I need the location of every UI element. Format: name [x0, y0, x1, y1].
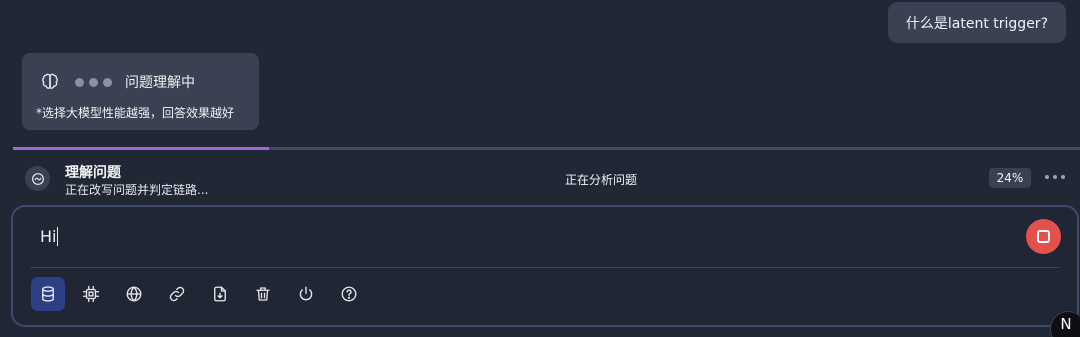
- database-button[interactable]: [31, 277, 65, 311]
- help-circle-icon: [341, 286, 357, 302]
- power-icon: [299, 286, 313, 301]
- status-subtitle: 正在改写问题并判定链路...: [65, 183, 209, 197]
- chip-button[interactable]: [74, 277, 108, 311]
- link-button[interactable]: [160, 277, 194, 311]
- stop-button[interactable]: [1026, 219, 1061, 254]
- loading-dots: [75, 77, 112, 87]
- trash-icon: [256, 287, 270, 301]
- progress-fill: [13, 147, 270, 150]
- more-dot: [1061, 175, 1065, 179]
- loading-dot: [103, 77, 112, 87]
- more-dot: [1053, 175, 1057, 179]
- more-dot: [1045, 175, 1049, 179]
- file-download-icon: [214, 286, 226, 302]
- status-center-text: 正在分析问题: [565, 173, 638, 187]
- loading-dot: [75, 77, 84, 87]
- trash-button[interactable]: [246, 277, 280, 311]
- file-download-button[interactable]: [203, 277, 237, 311]
- input-divider: [30, 267, 1060, 268]
- chat-page: 什么是latent trigger? 问题理解中 *选择大模型性能越强，回答效果…: [0, 0, 1080, 337]
- database-icon: [42, 286, 54, 302]
- globe-icon: [126, 286, 142, 302]
- text-caret: [57, 227, 59, 246]
- help-button[interactable]: [332, 277, 366, 311]
- status-title: 理解问题: [65, 165, 121, 181]
- progress-bar: [13, 147, 1080, 150]
- more-options-icon[interactable]: [1045, 175, 1065, 179]
- loading-dot: [89, 77, 98, 87]
- thinking-note: *选择大模型性能越强，回答效果越好: [36, 106, 235, 120]
- status-icon: [25, 166, 50, 191]
- link-icon: [169, 286, 185, 302]
- power-button[interactable]: [289, 277, 323, 311]
- globe-button[interactable]: [117, 277, 151, 311]
- thinking-card: 问题理解中 *选择大模型性能越强，回答效果越好: [22, 53, 259, 130]
- thinking-title: 问题理解中: [125, 75, 195, 91]
- message-input[interactable]: Hi: [40, 227, 59, 246]
- user-message-text: 什么是latent trigger?: [905, 15, 1048, 32]
- brain-icon: [41, 73, 59, 91]
- chip-icon: [82, 285, 100, 303]
- stop-icon: [1037, 230, 1050, 243]
- message-input-value: Hi: [40, 227, 57, 246]
- thinking-header: 问题理解中: [41, 72, 195, 92]
- user-message-bubble: 什么是latent trigger?: [887, 2, 1066, 43]
- percent-badge: 24%: [989, 168, 1031, 188]
